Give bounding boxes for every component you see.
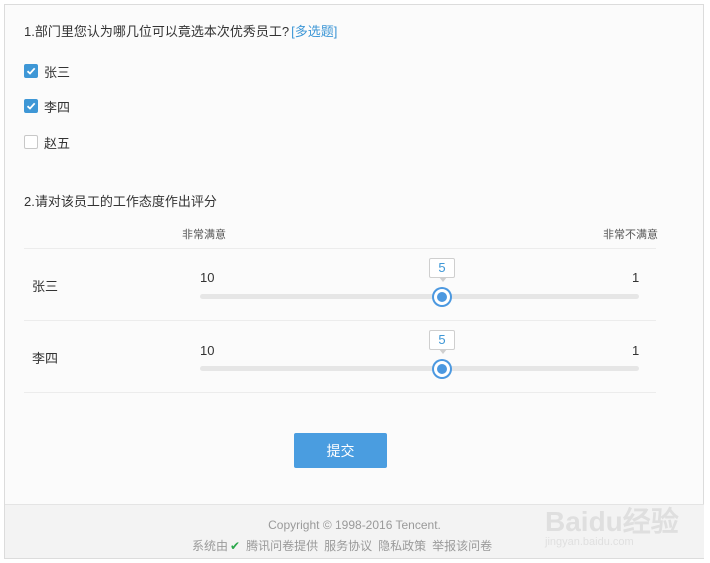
report-link[interactable]: 举报该问卷 — [432, 537, 492, 554]
question-1-text: 1.部门里您认为哪几位可以竟选本次优秀员工? — [24, 24, 290, 39]
question-2-title: 2.请对该员工的工作态度作出评分 — [24, 194, 217, 209]
option-zhangsan[interactable]: 张三 — [24, 63, 71, 80]
rating-row-label: 张三 — [32, 279, 59, 294]
checkbox-unchecked-icon[interactable] — [24, 135, 38, 149]
checkbox-checked-icon[interactable] — [24, 64, 38, 78]
provided-by-text: 系统由 — [192, 539, 229, 553]
option-label: 李四 — [44, 99, 71, 115]
option-label: 张三 — [44, 64, 71, 80]
slider-min-label: 10 — [200, 343, 215, 358]
scale-left-label: 非常满意 — [182, 229, 226, 241]
provider-link[interactable]: 腾讯问卷提供 — [246, 537, 318, 554]
scale-right-label: 非常不满意 — [603, 229, 658, 241]
slider-handle[interactable] — [434, 289, 450, 305]
option-label: 赵五 — [44, 135, 71, 151]
slider-min-label: 10 — [200, 270, 215, 285]
question-1-title: 1.部门里您认为哪几位可以竟选本次优秀员工? [多选题] — [24, 21, 337, 40]
survey-panel — [4, 4, 704, 559]
slider-track[interactable] — [200, 366, 639, 371]
option-zhaowu[interactable]: 赵五 — [24, 134, 71, 151]
option-lisi[interactable]: 李四 — [24, 98, 71, 115]
divider — [24, 392, 656, 393]
rating-row-label: 李四 — [32, 351, 59, 366]
footer-links: 系统由 ✔ 腾讯问卷提供 服务协议 隐私政策 举报该问卷 — [192, 537, 492, 554]
tencent-wenjuan-logo-icon: ✔ — [230, 538, 241, 553]
terms-link[interactable]: 服务协议 — [324, 537, 372, 554]
watermark-brand: Baidu经验 — [545, 506, 679, 537]
divider — [24, 248, 656, 249]
slider-track[interactable] — [200, 294, 639, 299]
slider-value-bubble: 5 — [429, 330, 455, 354]
slider-max-label: 1 — [632, 270, 640, 285]
multi-select-tag: [多选题] — [291, 24, 338, 39]
watermark-url: jingyan.baidu.com — [545, 536, 634, 548]
slider-value-bubble: 5 — [429, 258, 455, 282]
divider — [24, 320, 656, 321]
slider-handle[interactable] — [434, 361, 450, 377]
submit-button[interactable]: 提交 — [294, 433, 387, 468]
checkbox-checked-icon[interactable] — [24, 99, 38, 113]
slider-max-label: 1 — [632, 343, 640, 358]
baidu-jingyan-watermark: Baidu经验 jingyan.baidu.com — [545, 488, 695, 548]
privacy-link[interactable]: 隐私政策 — [378, 537, 426, 554]
